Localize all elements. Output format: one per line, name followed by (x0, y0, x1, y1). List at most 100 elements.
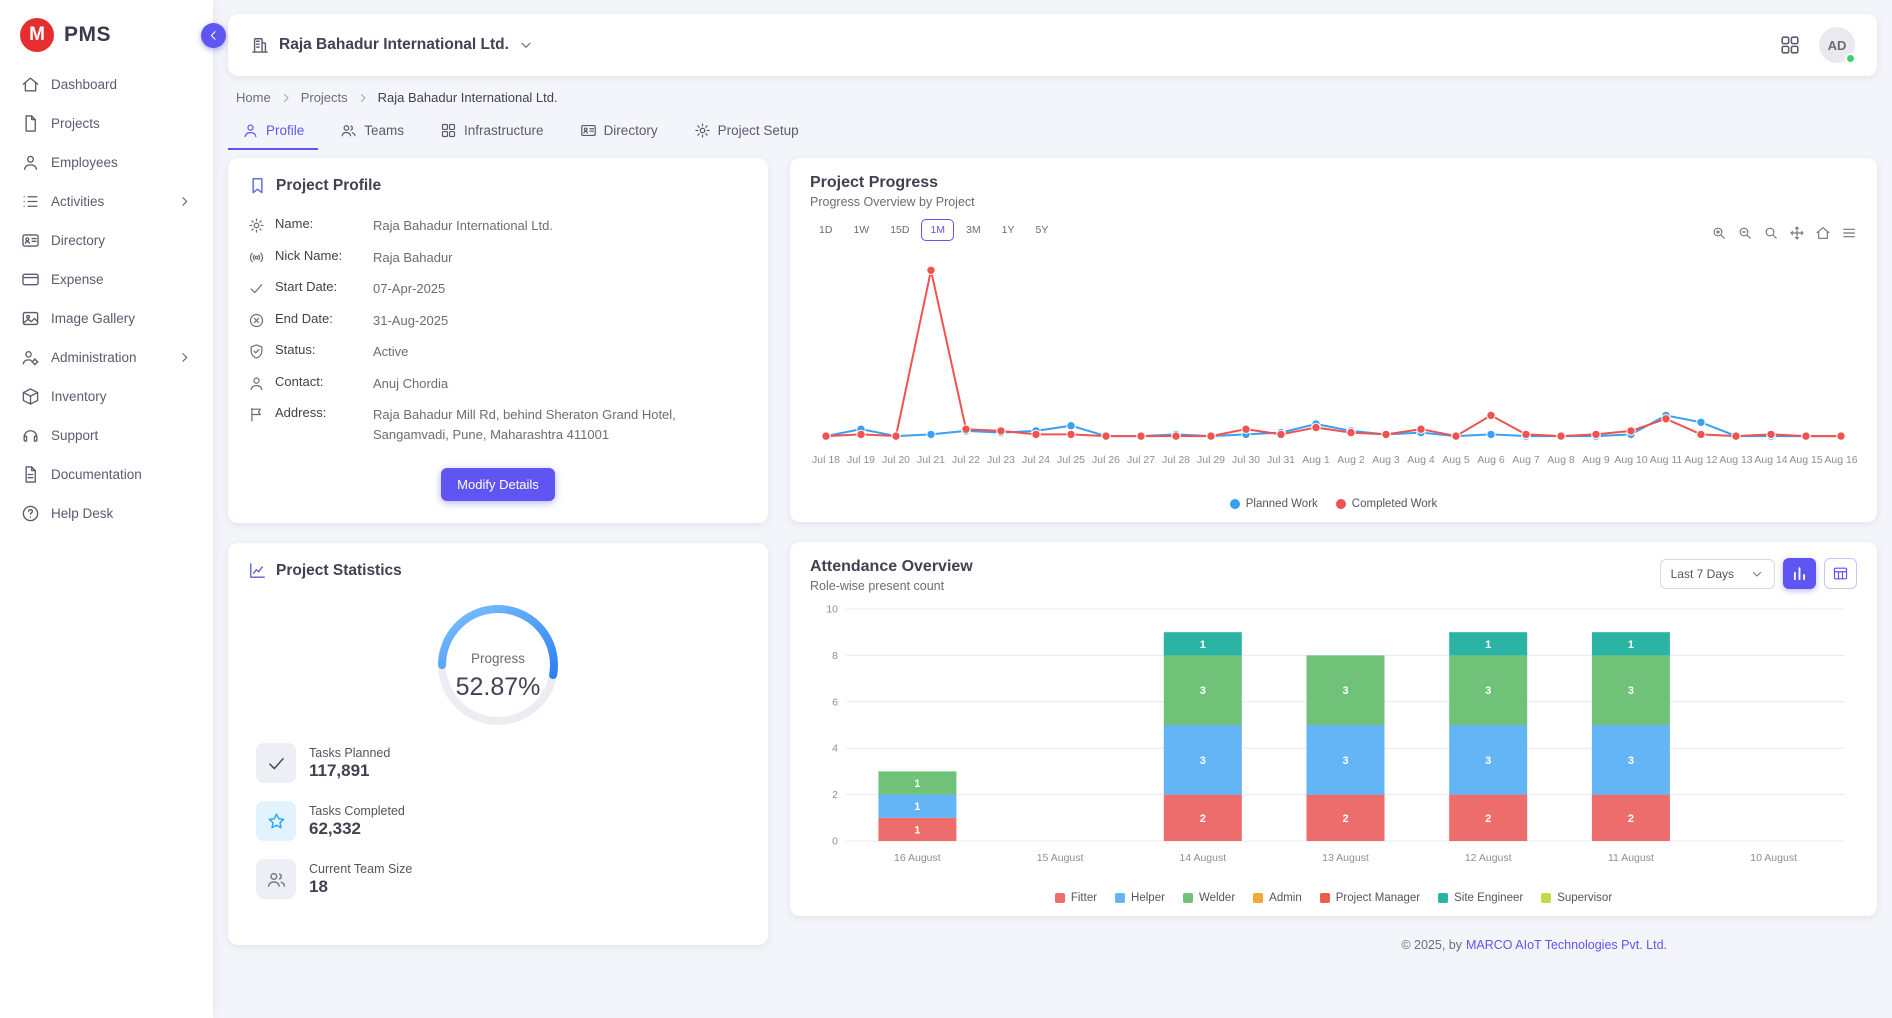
star-icon (266, 811, 287, 832)
chart-toolbar (1711, 225, 1857, 241)
zoom-out-icon[interactable] (1737, 225, 1753, 241)
legend-item-welder[interactable]: Welder (1183, 892, 1235, 904)
svg-text:2: 2 (1628, 813, 1634, 825)
legend-item-admin[interactable]: Admin (1253, 892, 1302, 904)
profile-field-address-: Address: Raja Bahadur Mill Rd, behind Sh… (248, 399, 748, 450)
sidebar-item-documentation[interactable]: Documentation (9, 456, 204, 493)
legend-item-helper[interactable]: Helper (1115, 892, 1165, 904)
avatar-initials: AD (1828, 38, 1847, 53)
field-label: End Date: (275, 311, 363, 326)
range-button-15d[interactable]: 15D (881, 219, 918, 241)
legend-item-completed-work[interactable]: Completed Work (1336, 498, 1437, 510)
field-value: Raja Bahadur (373, 248, 453, 268)
avatar[interactable]: AD (1819, 27, 1855, 63)
tab-bar: Profile Teams Infrastructure Directory P… (228, 105, 1877, 150)
sidebar-item-dashboard[interactable]: Dashboard (9, 66, 204, 103)
sidebar-item-inventory[interactable]: Inventory (9, 378, 204, 415)
sidebar-item-support[interactable]: Support (9, 417, 204, 454)
legend-marker (1320, 893, 1330, 903)
field-label: Status: (275, 342, 363, 357)
footer: © 2025, by MARCO AIoT Technologies Pvt. … (790, 936, 1877, 952)
sidebar-item-label: Administration (51, 350, 137, 365)
legend-item-planned-work[interactable]: Planned Work (1230, 498, 1318, 510)
tab-infrastructure[interactable]: Infrastructure (426, 111, 558, 150)
profile-field-start-date-: Start Date: 07-Apr-2025 (248, 273, 748, 305)
svg-text:16 August: 16 August (894, 852, 941, 864)
sidebar-item-administration[interactable]: Administration (9, 339, 204, 376)
field-label: Nick Name: (275, 248, 363, 263)
modify-details-button[interactable]: Modify Details (441, 468, 555, 501)
legend-marker (1336, 499, 1346, 509)
zoom-in-icon[interactable] (1711, 225, 1727, 241)
box-icon (21, 387, 40, 406)
svg-text:Jul 25: Jul 25 (1057, 454, 1085, 466)
sidebar-item-image-gallery[interactable]: Image Gallery (9, 300, 204, 337)
range-button-5y[interactable]: 5Y (1026, 219, 1057, 241)
tab-label: Infrastructure (464, 123, 544, 138)
pan-icon[interactable] (1789, 225, 1805, 241)
sidebar-item-help-desk[interactable]: Help Desk (9, 495, 204, 532)
legend-item-project-manager[interactable]: Project Manager (1320, 892, 1420, 904)
tab-teams[interactable]: Teams (326, 111, 418, 150)
app-logo[interactable]: M PMS (0, 0, 213, 64)
breadcrumb-item-home[interactable]: Home (236, 90, 271, 105)
legend-label: Fitter (1071, 892, 1097, 904)
selection-zoom-icon[interactable] (1763, 225, 1779, 241)
chart-menu-icon[interactable] (1841, 225, 1857, 241)
stat-value: 62,332 (309, 819, 405, 839)
card-title: Project Profile (276, 177, 381, 195)
range-button-1w[interactable]: 1W (844, 219, 878, 241)
footer-link[interactable]: MARCO AIoT Technologies Pvt. Ltd. (1466, 938, 1667, 952)
company-selector[interactable]: Raja Bahadur International Ltd. (250, 35, 534, 55)
sidebar-item-label: Employees (51, 155, 118, 170)
card-header: Project Profile (248, 176, 748, 195)
date-range-select[interactable]: Last 7 Days (1660, 559, 1775, 589)
svg-text:15 August: 15 August (1037, 852, 1084, 864)
sidebar-item-employees[interactable]: Employees (9, 144, 204, 181)
field-label: Contact: (275, 374, 363, 389)
legend-item-fitter[interactable]: Fitter (1055, 892, 1097, 904)
range-button-1d[interactable]: 1D (810, 219, 841, 241)
sidebar-item-projects[interactable]: Projects (9, 105, 204, 142)
range-button-1m[interactable]: 1M (921, 219, 954, 241)
company-name: Raja Bahadur International Ltd. (279, 36, 509, 54)
reset-home-icon[interactable] (1815, 225, 1831, 241)
sidebar-collapse-button[interactable] (201, 23, 226, 48)
legend-item-supervisor[interactable]: Supervisor (1541, 892, 1612, 904)
svg-text:1: 1 (1628, 639, 1634, 651)
range-button-3m[interactable]: 3M (957, 219, 990, 241)
apps-grid-icon[interactable] (1779, 34, 1801, 56)
help-icon (21, 504, 40, 523)
header-actions: AD (1779, 27, 1855, 63)
svg-text:Progress: Progress (471, 651, 525, 666)
bar-view-toggle-button[interactable] (1783, 558, 1816, 589)
legend-item-site-engineer[interactable]: Site Engineer (1438, 892, 1523, 904)
svg-text:Aug 4: Aug 4 (1407, 454, 1435, 466)
tab-project-setup[interactable]: Project Setup (680, 111, 813, 150)
field-value: Anuj Chordia (373, 374, 448, 394)
sidebar-item-activities[interactable]: Activities (9, 183, 204, 220)
svg-text:Jul 20: Jul 20 (882, 454, 910, 466)
stat-texts: Tasks Planned 117,891 (309, 746, 390, 781)
legend-marker (1253, 893, 1263, 903)
breadcrumb-item-projects[interactable]: Projects (301, 90, 348, 105)
chevron-down-icon (1750, 567, 1764, 581)
bar-chart-icon (1791, 565, 1808, 582)
sidebar-item-expense[interactable]: Expense (9, 261, 204, 298)
sidebar-item-label: Expense (51, 272, 104, 287)
attendance-overview-card: Attendance Overview Role-wise present co… (790, 542, 1877, 916)
breadcrumb-separator-icon (279, 91, 293, 105)
table-view-toggle-button[interactable] (1824, 558, 1857, 589)
sidebar-item-directory[interactable]: Directory (9, 222, 204, 259)
card-title: Project Statistics (276, 562, 402, 580)
svg-text:3: 3 (1342, 755, 1348, 767)
tab-directory[interactable]: Directory (566, 111, 672, 150)
tab-profile[interactable]: Profile (228, 111, 318, 150)
button-row: Modify Details (248, 468, 748, 501)
card-header: Project Statistics (248, 561, 748, 580)
svg-text:Aug 8: Aug 8 (1547, 454, 1575, 466)
field-value: 31-Aug-2025 (373, 311, 448, 331)
card-title: Attendance Overview (810, 558, 973, 576)
range-button-1y[interactable]: 1Y (993, 219, 1024, 241)
stats-list: Tasks Planned 117,891 Tasks Completed 62… (248, 743, 748, 899)
